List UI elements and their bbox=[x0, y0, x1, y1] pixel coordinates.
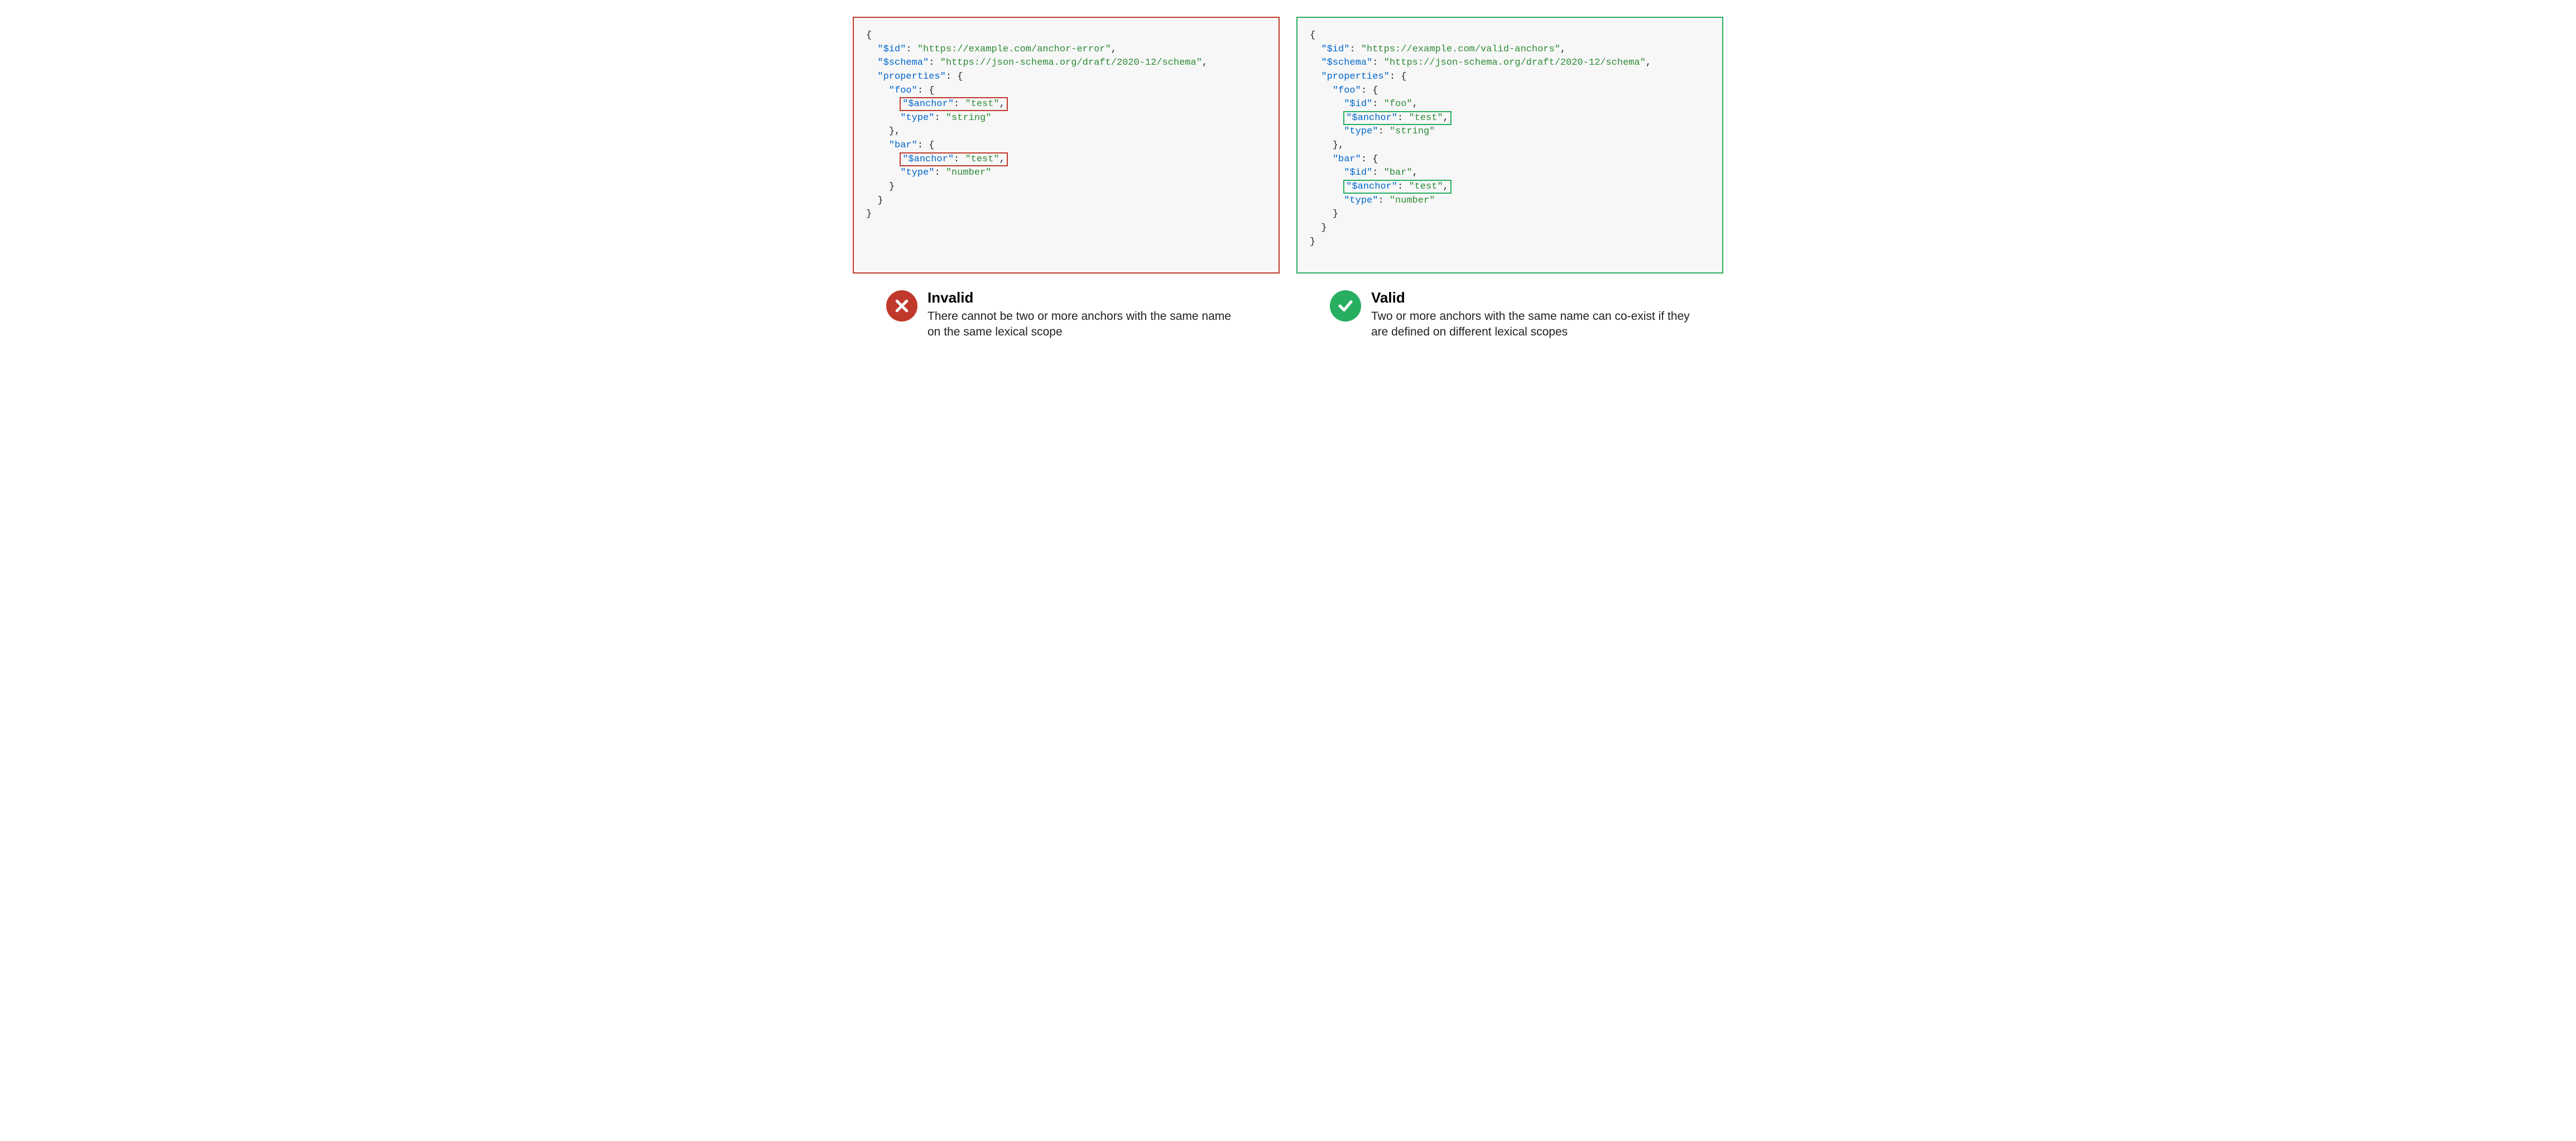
code-token: "$id" bbox=[1321, 44, 1349, 55]
highlight-valid-anchor-2: "$anchor": "test", bbox=[1343, 180, 1452, 194]
code-token: "number" bbox=[946, 167, 992, 178]
code-token: "string" bbox=[946, 113, 992, 123]
invalid-caption-text: Invalid There cannot be two or more anch… bbox=[927, 289, 1246, 341]
code-token: "bar" bbox=[1333, 154, 1361, 165]
code-token: "https://example.com/valid-anchors" bbox=[1361, 44, 1560, 55]
invalid-title: Invalid bbox=[927, 289, 1246, 306]
check-icon bbox=[1330, 290, 1361, 322]
valid-desc: Two or more anchors with the same name c… bbox=[1371, 309, 1690, 341]
code-token: "foo" bbox=[889, 85, 917, 96]
highlight-valid-anchor-1: "$anchor": "test", bbox=[1343, 111, 1452, 125]
highlight-invalid-anchor-1: "$anchor": "test", bbox=[900, 97, 1008, 111]
code-token: "properties" bbox=[877, 71, 945, 82]
cross-icon bbox=[886, 290, 917, 322]
highlight-invalid-anchor-2: "$anchor": "test", bbox=[900, 152, 1008, 166]
code-token: "bar" bbox=[889, 140, 917, 151]
code-token: "properties" bbox=[1321, 71, 1389, 82]
code-token: "foo" bbox=[1384, 99, 1412, 109]
code-token: "bar" bbox=[1384, 167, 1412, 178]
code-token: "type" bbox=[1344, 195, 1378, 206]
code-token: "$id" bbox=[1344, 167, 1372, 178]
invalid-caption: Invalid There cannot be two or more anch… bbox=[853, 289, 1280, 341]
code-token: "type" bbox=[900, 167, 934, 178]
code-token: "type" bbox=[1344, 126, 1378, 137]
valid-title: Valid bbox=[1371, 289, 1690, 306]
code-token: "$schema" bbox=[877, 57, 929, 68]
code-token: "foo" bbox=[1333, 85, 1361, 96]
code-token: "$id" bbox=[877, 44, 906, 55]
code-token: "type" bbox=[900, 113, 934, 123]
valid-code-box: { "$id": "https://example.com/valid-anch… bbox=[1296, 17, 1723, 274]
code-token: "https://json-schema.org/draft/2020-12/s… bbox=[940, 57, 1202, 68]
code-token: "string" bbox=[1390, 126, 1435, 137]
comparison-container: { "$id": "https://example.com/anchor-err… bbox=[853, 17, 1723, 341]
valid-panel: { "$id": "https://example.com/valid-anch… bbox=[1296, 17, 1723, 341]
valid-caption-text: Valid Two or more anchors with the same … bbox=[1371, 289, 1690, 341]
code-token: "https://example.com/anchor-error" bbox=[917, 44, 1111, 55]
code-token: "$schema" bbox=[1321, 57, 1372, 68]
code-token: "$id" bbox=[1344, 99, 1372, 109]
code-token: "https://json-schema.org/draft/2020-12/s… bbox=[1384, 57, 1646, 68]
code-token: "number" bbox=[1390, 195, 1435, 206]
invalid-desc: There cannot be two or more anchors with… bbox=[927, 309, 1246, 341]
valid-caption: Valid Two or more anchors with the same … bbox=[1296, 289, 1723, 341]
invalid-code-box: { "$id": "https://example.com/anchor-err… bbox=[853, 17, 1280, 274]
invalid-panel: { "$id": "https://example.com/anchor-err… bbox=[853, 17, 1280, 341]
